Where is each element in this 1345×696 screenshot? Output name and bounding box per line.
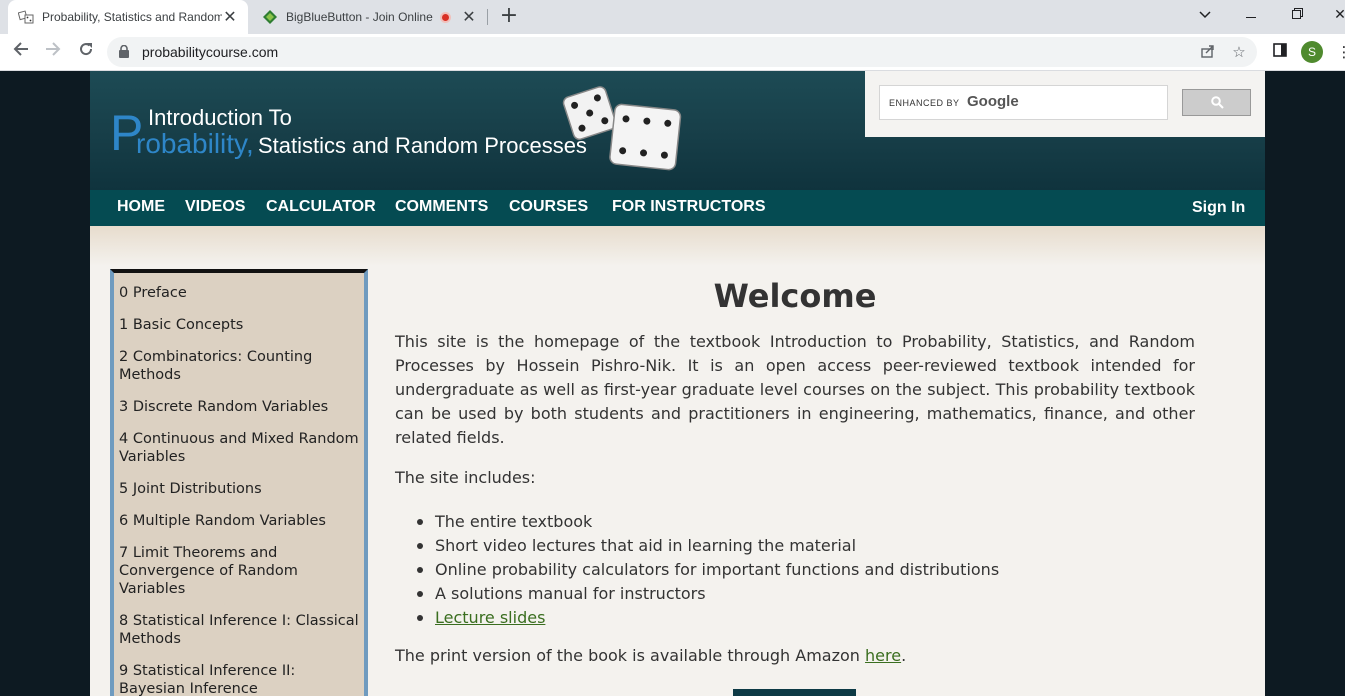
browser-menu-icon[interactable]: ⋮	[1334, 41, 1345, 63]
search-icon	[1211, 96, 1224, 109]
sign-in-link[interactable]: Sign In	[1192, 199, 1245, 217]
close-tab-icon[interactable]: ✕	[461, 7, 477, 27]
nav-comments[interactable]: COMMENTS	[395, 198, 488, 216]
list-item: The entire textbook	[416, 510, 999, 534]
enhanced-by-label: ENHANCED BY	[889, 98, 960, 108]
minimize-icon[interactable]	[1239, 4, 1263, 26]
page-title: Welcome	[713, 277, 877, 315]
nav-for-instructors[interactable]: FOR INSTRUCTORS	[612, 198, 765, 216]
sidebar-item-limit-theorems[interactable]: 7 Limit Theorems and Convergence of Rand…	[119, 544, 359, 598]
sidebar-item-discrete-rv[interactable]: 3 Discrete Random Variables	[119, 398, 359, 416]
profile-avatar[interactable]: S	[1301, 41, 1323, 63]
amazon-here-link[interactable]: here	[865, 646, 901, 665]
sidebar-item-basic-concepts[interactable]: 1 Basic Concepts	[119, 316, 359, 334]
sidebar-item-preface[interactable]: 0 Preface	[119, 284, 359, 302]
dice-logo-icon	[562, 86, 682, 171]
main-nav: HOME VIDEOS CALCULATOR COMMENTS COURSES …	[90, 190, 1265, 226]
lecture-slides-link[interactable]: Lecture slides	[435, 608, 545, 627]
tab-title: BigBlueButton - Join Online	[286, 10, 433, 24]
list-item: A solutions manual for instructors	[416, 582, 999, 606]
url-text: probabilitycourse.com	[142, 44, 279, 60]
side-panel-icon[interactable]	[1270, 41, 1290, 63]
browser-toolbar: probabilitycourse.com ☆ S ⋮	[0, 34, 1345, 71]
logo-subtitle: Statistics and Random Processes	[258, 133, 587, 158]
recording-icon	[440, 11, 451, 23]
lock-icon	[119, 45, 129, 58]
search-button[interactable]	[1182, 89, 1251, 116]
sidebar-item-multiple-rv[interactable]: 6 Multiple Random Variables	[119, 512, 359, 530]
page: Introduction To P robability, Statistics…	[90, 71, 1265, 696]
back-arrow-icon[interactable]	[9, 40, 33, 64]
google-search-box: ENHANCED BY Google	[865, 71, 1265, 137]
site-header: Introduction To P robability, Statistics…	[90, 71, 1265, 190]
tab-separator	[487, 9, 488, 25]
sidebar-item-inference-classical[interactable]: 8 Statistical Inference I: Classical Met…	[119, 612, 359, 648]
close-window-icon[interactable]: ✕	[1328, 4, 1345, 26]
nav-home[interactable]: HOME	[117, 198, 165, 216]
sidebar-item-continuous-rv[interactable]: 4 Continuous and Mixed Random Variables	[119, 430, 359, 466]
bookmark-star-icon[interactable]: ☆	[1230, 43, 1248, 61]
restore-icon[interactable]	[1285, 4, 1309, 26]
sidebar-item-joint-distributions[interactable]: 5 Joint Distributions	[119, 480, 359, 498]
list-item: Short video lectures that aid in learnin…	[416, 534, 999, 558]
search-input[interactable]: ENHANCED BY Google	[879, 85, 1168, 120]
close-tab-icon[interactable]: ✕	[222, 7, 238, 27]
chapter-sidebar: 0 Preface 1 Basic Concepts 2 Combinatori…	[110, 269, 368, 696]
header-fade	[90, 226, 1265, 266]
dice-favicon-icon	[18, 9, 34, 25]
includes-label: The site includes:	[395, 468, 536, 487]
logo-probability: robability,	[136, 128, 254, 159]
sidebar-item-inference-bayesian[interactable]: 9 Statistical Inference II: Bayesian Inf…	[119, 662, 359, 696]
address-bar[interactable]: probabilitycourse.com ☆	[107, 37, 1257, 67]
tab-probability[interactable]: Probability, Statistics and Random ✕	[8, 0, 248, 34]
tab-bigbluebutton[interactable]: BigBlueButton - Join Online ✕	[252, 0, 487, 34]
list-item: Online probability calculators for impor…	[416, 558, 999, 582]
sidebar-item-combinatorics[interactable]: 2 Combinatorics: Counting Methods	[119, 348, 359, 384]
nav-calculator[interactable]: CALCULATOR	[266, 198, 376, 216]
forward-arrow-icon[interactable]	[41, 40, 65, 64]
partial-button[interactable]	[733, 689, 856, 696]
print-text: The print version of the book is availab…	[395, 646, 860, 665]
includes-list: The entire textbook Short video lectures…	[416, 510, 999, 630]
nav-videos[interactable]: VIDEOS	[185, 198, 245, 216]
tab-strip: Probability, Statistics and Random ✕ Big…	[0, 0, 1345, 34]
intro-paragraph: This site is the homepage of the textboo…	[395, 332, 1195, 447]
tab-search-chevron-icon[interactable]	[1193, 4, 1217, 26]
reload-icon[interactable]	[74, 40, 98, 64]
list-item-lecture-slides: Lecture slides	[416, 606, 999, 630]
share-icon[interactable]	[1199, 43, 1217, 61]
print-period: .	[901, 646, 907, 665]
bigbluebutton-favicon-icon	[262, 9, 278, 25]
tab-title: Probability, Statistics and Random	[42, 10, 222, 24]
nav-courses[interactable]: COURSES	[509, 198, 588, 216]
new-tab-icon[interactable]: +	[498, 4, 520, 28]
print-version-text: The print version of the book is availab…	[395, 646, 906, 665]
google-label: Google	[967, 93, 1019, 110]
